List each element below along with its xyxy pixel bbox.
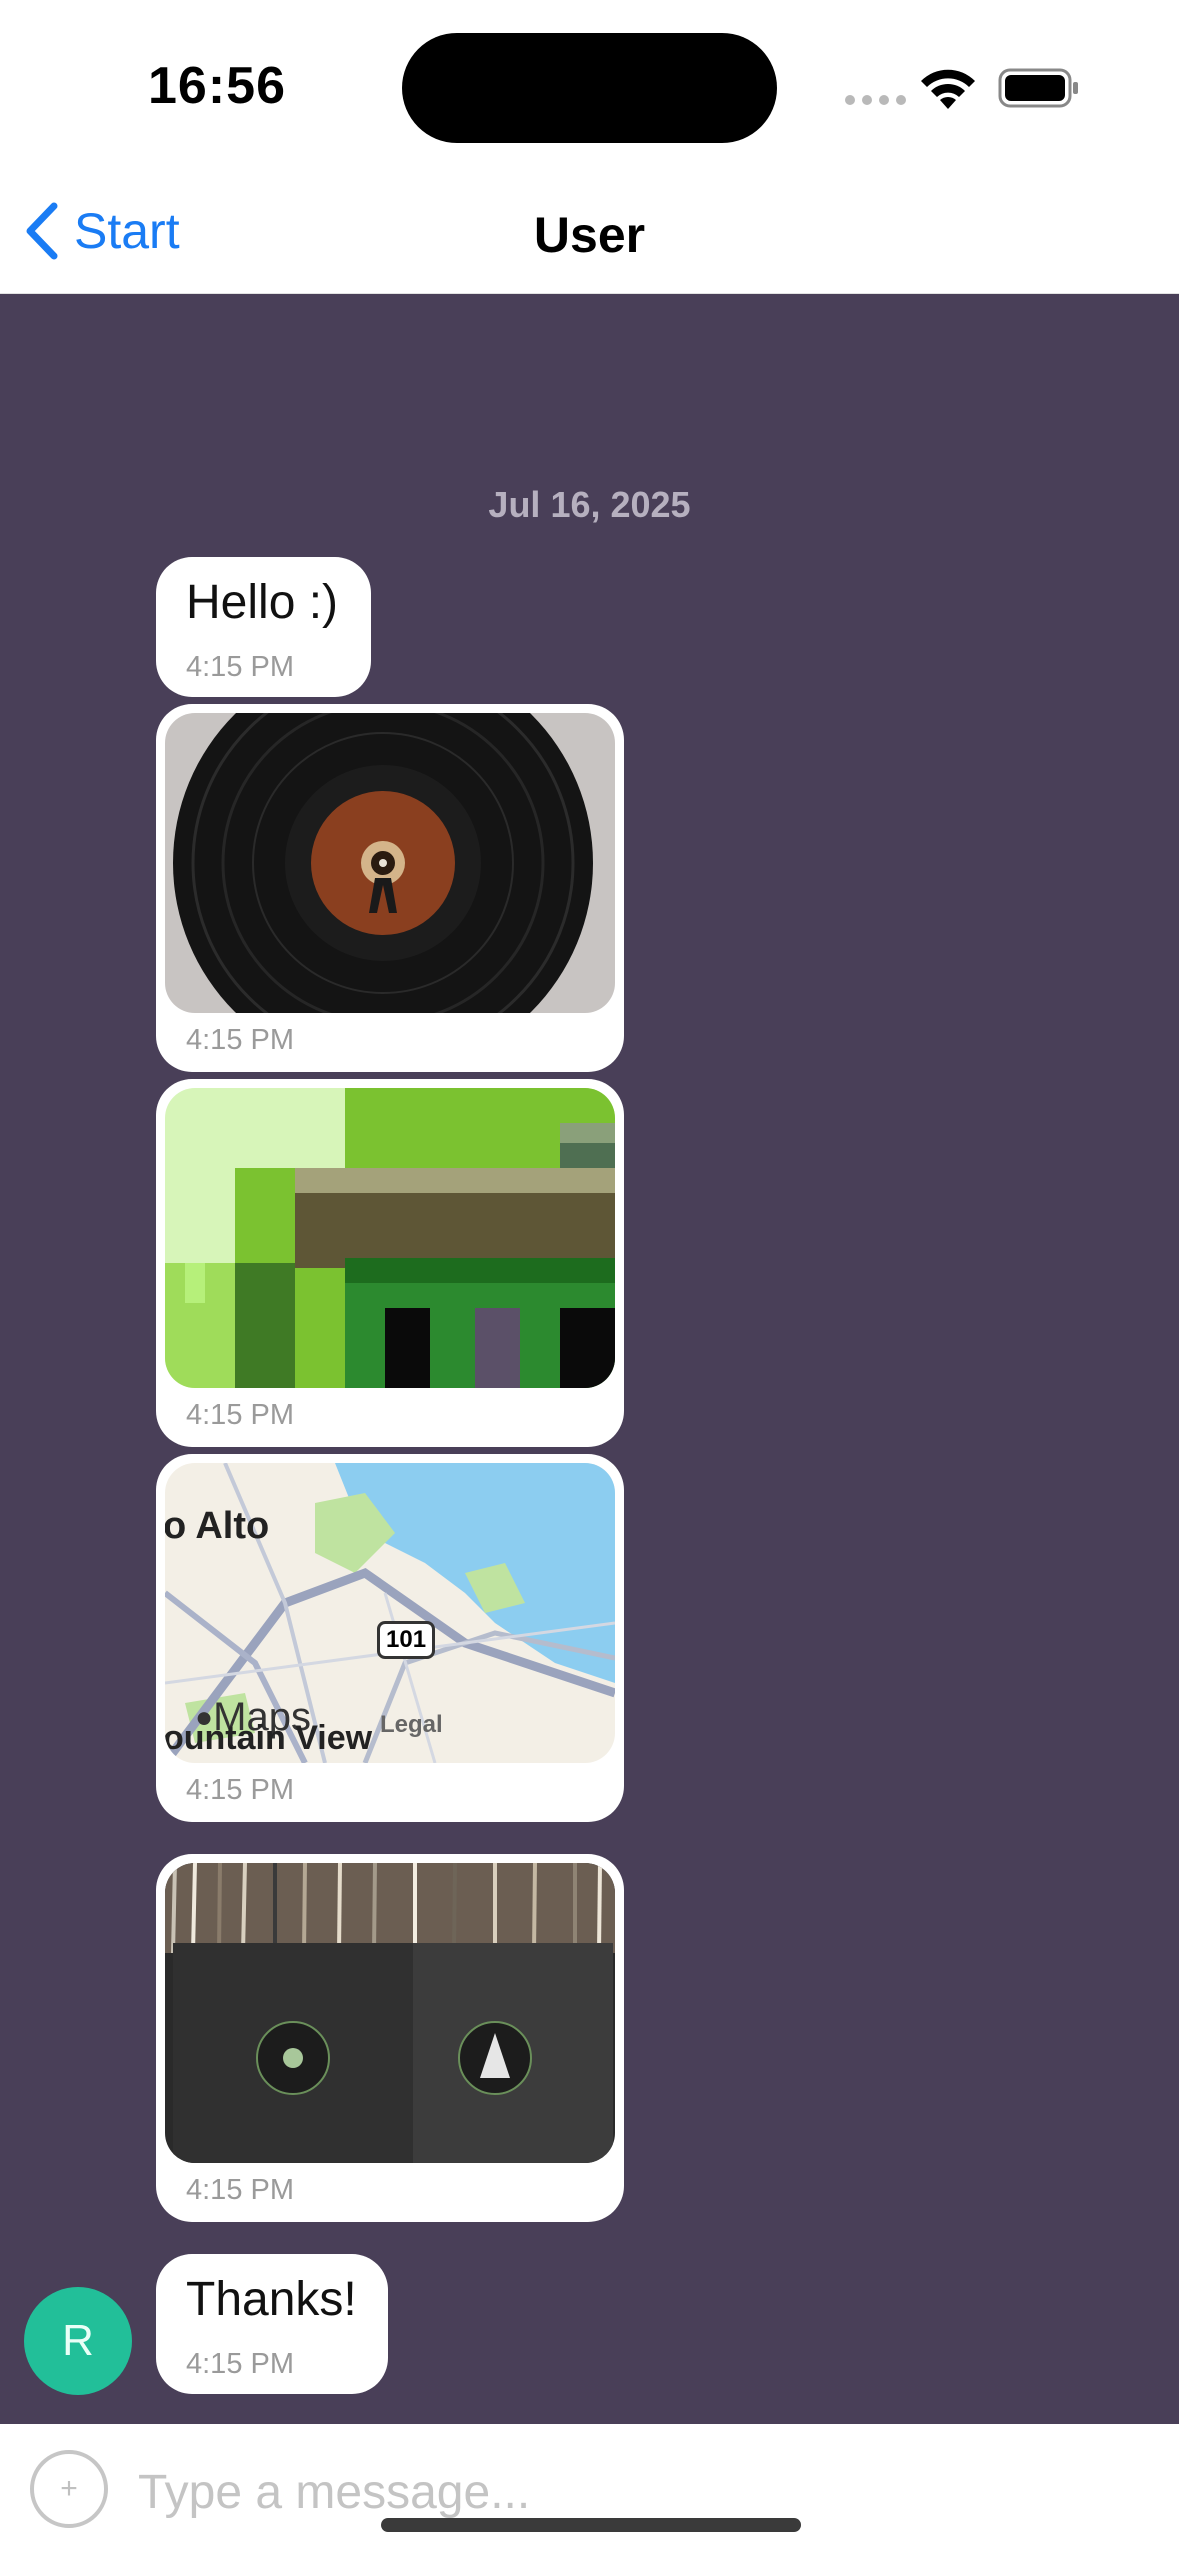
plus-icon: +	[60, 2472, 78, 2505]
status-bar: 16:56	[0, 0, 1179, 170]
wifi-icon	[921, 69, 975, 109]
date-separator: Jul 16, 2025	[488, 484, 691, 525]
home-indicator[interactable]	[381, 2518, 801, 2532]
pixelated-green-image[interactable]	[165, 1088, 615, 1388]
cellular-signal-icon	[845, 95, 906, 105]
vinyl-record-photo[interactable]	[165, 713, 615, 1013]
conversation-title: User	[533, 207, 646, 263]
map-snapshot[interactable]: o Alto 101 ● Maps Legal ountain View	[165, 1463, 615, 1763]
message-bubble-image[interactable]: 4:15 PM	[156, 704, 624, 1072]
navigation-bar: Start User	[0, 170, 1179, 294]
message-time: 4:15 PM	[186, 1774, 294, 1806]
message-composer: +	[0, 2424, 1179, 2556]
message-bubble-text[interactable]: Hello :) 4:15 PM	[156, 557, 371, 697]
message-time: 4:15 PM	[186, 1024, 294, 1056]
attach-button[interactable]: +	[30, 2450, 108, 2528]
legal-link[interactable]: Legal	[380, 1711, 443, 1739]
highway-shield-label: 101	[377, 1621, 436, 1659]
message-time: 4:15 PM	[186, 651, 294, 683]
map-label-city-2: ountain View	[165, 1719, 373, 1757]
message-bubble-location[interactable]: o Alto 101 ● Maps Legal ountain View 4:1…	[156, 1454, 624, 1822]
message-time: 4:15 PM	[186, 2174, 294, 2206]
message-bubble-text[interactable]: Thanks! 4:15 PM	[156, 2254, 388, 2394]
dynamic-island	[402, 33, 777, 143]
avatar[interactable]: R	[24, 2287, 132, 2395]
map-label-city: o Alto	[165, 1505, 270, 1547]
message-text: Thanks!	[186, 2273, 357, 2326]
message-time: 4:15 PM	[186, 2348, 294, 2380]
record-sleeves-photo[interactable]	[165, 1863, 615, 2163]
message-list[interactable]: Jul 16, 2025 Hello :) 4:15 PM 4:15 PM 4:…	[0, 294, 1179, 2424]
battery-icon	[998, 68, 1078, 108]
message-bubble-image[interactable]: 4:15 PM	[156, 1079, 624, 1447]
message-bubble-image[interactable]: 4:15 PM	[156, 1854, 624, 2222]
message-time: 4:15 PM	[186, 1399, 294, 1431]
message-text: Hello :)	[186, 576, 339, 629]
status-time: 16:56	[148, 57, 286, 115]
